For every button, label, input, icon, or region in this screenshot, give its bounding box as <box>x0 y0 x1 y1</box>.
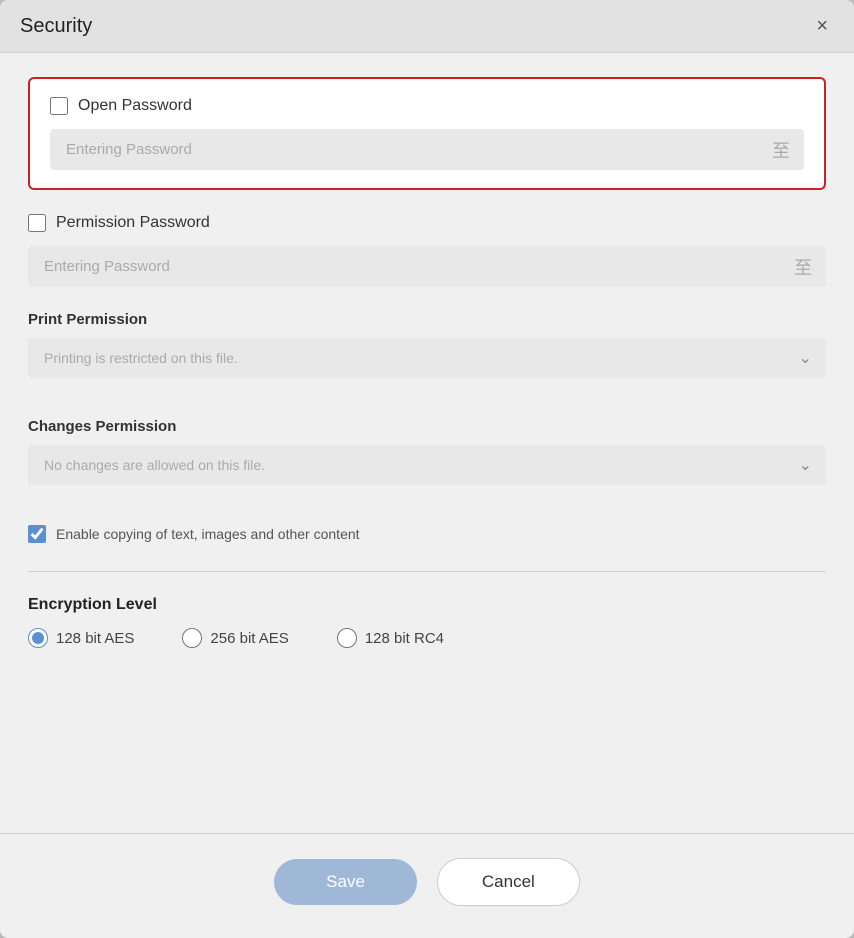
encryption-label-128aes: 128 bit AES <box>56 630 134 647</box>
open-password-input[interactable] <box>50 129 804 170</box>
permission-password-eye-icon[interactable]: ⾄ <box>794 254 812 280</box>
changes-permission-label: Changes Permission <box>28 418 826 435</box>
copying-row: Enable copying of text, images and other… <box>28 525 826 543</box>
dialog-header: Security × <box>0 0 854 53</box>
encryption-radio-256aes[interactable] <box>182 628 202 648</box>
divider <box>28 571 826 572</box>
encryption-section: Encryption Level 128 bit AES 256 bit AES… <box>28 596 826 648</box>
dialog-footer: Save Cancel <box>0 834 854 938</box>
open-password-label: Open Password <box>78 97 192 115</box>
dialog-body: Open Password ⾄ Permission Password ⾄ Pr… <box>0 53 854 833</box>
encryption-radio-group: 128 bit AES 256 bit AES 128 bit RC4 <box>28 628 826 648</box>
changes-permission-dropdown-row: No changes are allowed on this file. All… <box>28 445 826 485</box>
print-permission-field: Print Permission Printing is restricted … <box>28 311 826 398</box>
cancel-button[interactable]: Cancel <box>437 858 580 906</box>
print-permission-dropdown-row: Printing is restricted on this file. All… <box>28 338 826 378</box>
encryption-option-256aes: 256 bit AES <box>182 628 288 648</box>
permission-password-checkbox-row: Permission Password <box>28 214 826 232</box>
permission-password-section: Permission Password ⾄ <box>28 214 826 287</box>
open-password-eye-icon[interactable]: ⾄ <box>772 137 790 163</box>
open-password-section: Open Password ⾄ <box>28 77 826 190</box>
close-button[interactable]: × <box>810 14 834 38</box>
copying-label: Enable copying of text, images and other… <box>56 526 360 542</box>
changes-permission-field: Changes Permission No changes are allowe… <box>28 418 826 505</box>
permission-password-input-row: ⾄ <box>28 246 826 287</box>
permission-password-checkbox[interactable] <box>28 214 46 232</box>
open-password-input-row: ⾄ <box>50 129 804 170</box>
encryption-radio-128aes[interactable] <box>28 628 48 648</box>
security-dialog: Security × Open Password ⾄ Permission Pa… <box>0 0 854 938</box>
print-permission-select[interactable]: Printing is restricted on this file. All… <box>28 338 826 378</box>
copying-checkbox[interactable] <box>28 525 46 543</box>
encryption-label-128rc4: 128 bit RC4 <box>365 630 444 647</box>
save-button[interactable]: Save <box>274 859 417 905</box>
encryption-option-128aes: 128 bit AES <box>28 628 134 648</box>
changes-permission-select[interactable]: No changes are allowed on this file. All… <box>28 445 826 485</box>
encryption-label-256aes: 256 bit AES <box>210 630 288 647</box>
print-permission-label: Print Permission <box>28 311 826 328</box>
encryption-title: Encryption Level <box>28 596 826 614</box>
dialog-title: Security <box>20 15 92 38</box>
encryption-radio-128rc4[interactable] <box>337 628 357 648</box>
open-password-checkbox[interactable] <box>50 97 68 115</box>
open-password-checkbox-row: Open Password <box>50 97 804 115</box>
permission-password-input[interactable] <box>28 246 826 287</box>
encryption-option-128rc4: 128 bit RC4 <box>337 628 444 648</box>
permission-password-label: Permission Password <box>56 214 210 232</box>
